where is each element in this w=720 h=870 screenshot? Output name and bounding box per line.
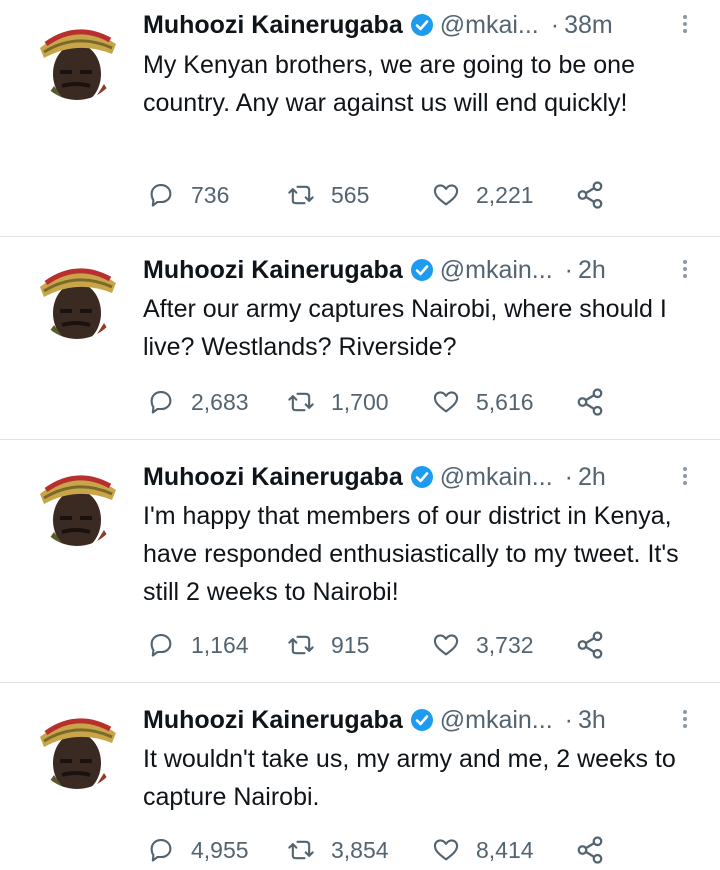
like-icon [433, 184, 459, 206]
tweet-4[interactable]: Muhoozi Kainerugaba @mkain... · 3h It wo… [0, 683, 720, 870]
retweet-icon [288, 635, 314, 655]
tweet-text: After our army captures Nairobi, where s… [143, 295, 667, 361]
author-handle[interactable]: @mkai... [440, 11, 539, 40]
share-icon [577, 181, 603, 209]
reply-button[interactable]: 2,683 [147, 385, 249, 419]
like-icon [433, 391, 459, 413]
avatar-image [34, 14, 120, 100]
retweet-button[interactable]: 1,700 [287, 385, 389, 419]
retweet-icon [288, 392, 314, 412]
avatar-image [34, 253, 120, 339]
verified-badge-icon [410, 466, 433, 488]
more-options-icon[interactable] [680, 257, 690, 287]
retweet-count: 915 [331, 631, 370, 658]
retweet-button[interactable]: 3,854 [287, 833, 389, 867]
like-count: 8,414 [476, 836, 534, 863]
author-name[interactable]: Muhoozi Kainerugaba [143, 11, 403, 40]
retweet-button[interactable]: 565 [287, 178, 369, 212]
tweet-header: Muhoozi Kainerugaba @mkain... · 2h [143, 462, 680, 492]
separator-dot: · [564, 462, 573, 491]
tweet-header: Muhoozi Kainerugaba @mkain... · 2h [143, 255, 680, 285]
more-options-icon[interactable] [680, 464, 690, 494]
reply-count: 736 [191, 181, 230, 208]
like-icon [433, 839, 459, 861]
tweet-actions: 4,955 3,854 8,414 [147, 833, 617, 867]
author-handle[interactable]: @mkain... [440, 256, 553, 285]
tweet-feed: Muhoozi Kainerugaba @mkai... · 38m My Ke… [0, 0, 720, 870]
share-button[interactable] [575, 835, 605, 870]
reply-icon [150, 634, 172, 657]
retweet-count: 3,854 [331, 836, 389, 863]
tweet-timestamp[interactable]: 38m [564, 11, 613, 40]
like-button[interactable]: 5,616 [432, 385, 534, 419]
like-button[interactable]: 2,221 [432, 178, 534, 212]
more-options-icon[interactable] [680, 707, 690, 737]
like-count: 2,221 [476, 181, 534, 208]
reply-button[interactable]: 1,164 [147, 628, 249, 662]
tweet-timestamp[interactable]: 2h [578, 256, 606, 285]
reply-count: 4,955 [191, 836, 249, 863]
author-handle[interactable]: @mkain... [440, 463, 553, 492]
tweet-header: Muhoozi Kainerugaba @mkai... · 38m [143, 10, 680, 40]
reply-button[interactable]: 4,955 [147, 833, 249, 867]
share-button[interactable] [575, 387, 605, 422]
like-count: 3,732 [476, 631, 534, 658]
like-button[interactable]: 3,732 [432, 628, 534, 662]
verified-badge-icon [410, 14, 433, 36]
author-name[interactable]: Muhoozi Kainerugaba [143, 706, 403, 735]
tweet-text: It wouldn't take us, my army and me, 2 w… [143, 745, 676, 811]
share-icon [577, 631, 603, 659]
avatar[interactable] [34, 703, 120, 789]
tweet-2[interactable]: Muhoozi Kainerugaba @mkain... · 2h After… [0, 237, 720, 439]
tweet-actions: 2,683 1,700 5,616 [147, 385, 617, 419]
reply-icon [150, 839, 172, 862]
avatar-image [34, 703, 120, 789]
tweet-text: I'm happy that members of our district i… [143, 502, 679, 606]
separator-dot: · [564, 705, 573, 734]
verified-badge-icon [410, 259, 433, 281]
author-handle[interactable]: @mkain... [440, 706, 553, 735]
tweet-3[interactable]: Muhoozi Kainerugaba @mkain... · 2h I'm h… [0, 440, 720, 682]
retweet-icon [288, 185, 314, 205]
author-name[interactable]: Muhoozi Kainerugaba [143, 463, 403, 492]
share-button[interactable] [575, 630, 605, 665]
like-count: 5,616 [476, 388, 534, 415]
reply-count: 2,683 [191, 388, 249, 415]
verified-badge-icon [410, 709, 433, 731]
reply-button[interactable]: 736 [147, 178, 229, 212]
tweet-header: Muhoozi Kainerugaba @mkain... · 3h [143, 705, 680, 735]
tweet-timestamp[interactable]: 3h [578, 706, 606, 735]
like-button[interactable]: 8,414 [432, 833, 534, 867]
tweet-actions: 736 565 2,221 [147, 178, 617, 212]
author-name[interactable]: Muhoozi Kainerugaba [143, 256, 403, 285]
retweet-count: 1,700 [331, 388, 389, 415]
separator-dot: · [564, 255, 573, 284]
tweet-timestamp[interactable]: 2h [578, 463, 606, 492]
separator-dot: · [550, 10, 560, 39]
avatar[interactable] [34, 460, 120, 546]
tweet-actions: 1,164 915 3,732 [147, 628, 617, 662]
avatar-image [34, 460, 120, 546]
share-icon [577, 836, 603, 864]
tweet-text: My Kenyan brothers, we are going to be o… [143, 51, 635, 117]
share-icon [577, 388, 603, 416]
avatar[interactable] [34, 14, 120, 100]
tweet-1[interactable]: Muhoozi Kainerugaba @mkai... · 38m My Ke… [0, 0, 720, 236]
reply-count: 1,164 [191, 631, 249, 658]
retweet-count: 565 [331, 181, 370, 208]
reply-icon [150, 391, 172, 414]
share-button[interactable] [575, 180, 605, 215]
retweet-icon [288, 840, 314, 860]
avatar[interactable] [34, 253, 120, 339]
reply-icon [150, 184, 172, 207]
more-options-icon[interactable] [680, 12, 690, 42]
retweet-button[interactable]: 915 [287, 628, 369, 662]
like-icon [433, 634, 459, 656]
